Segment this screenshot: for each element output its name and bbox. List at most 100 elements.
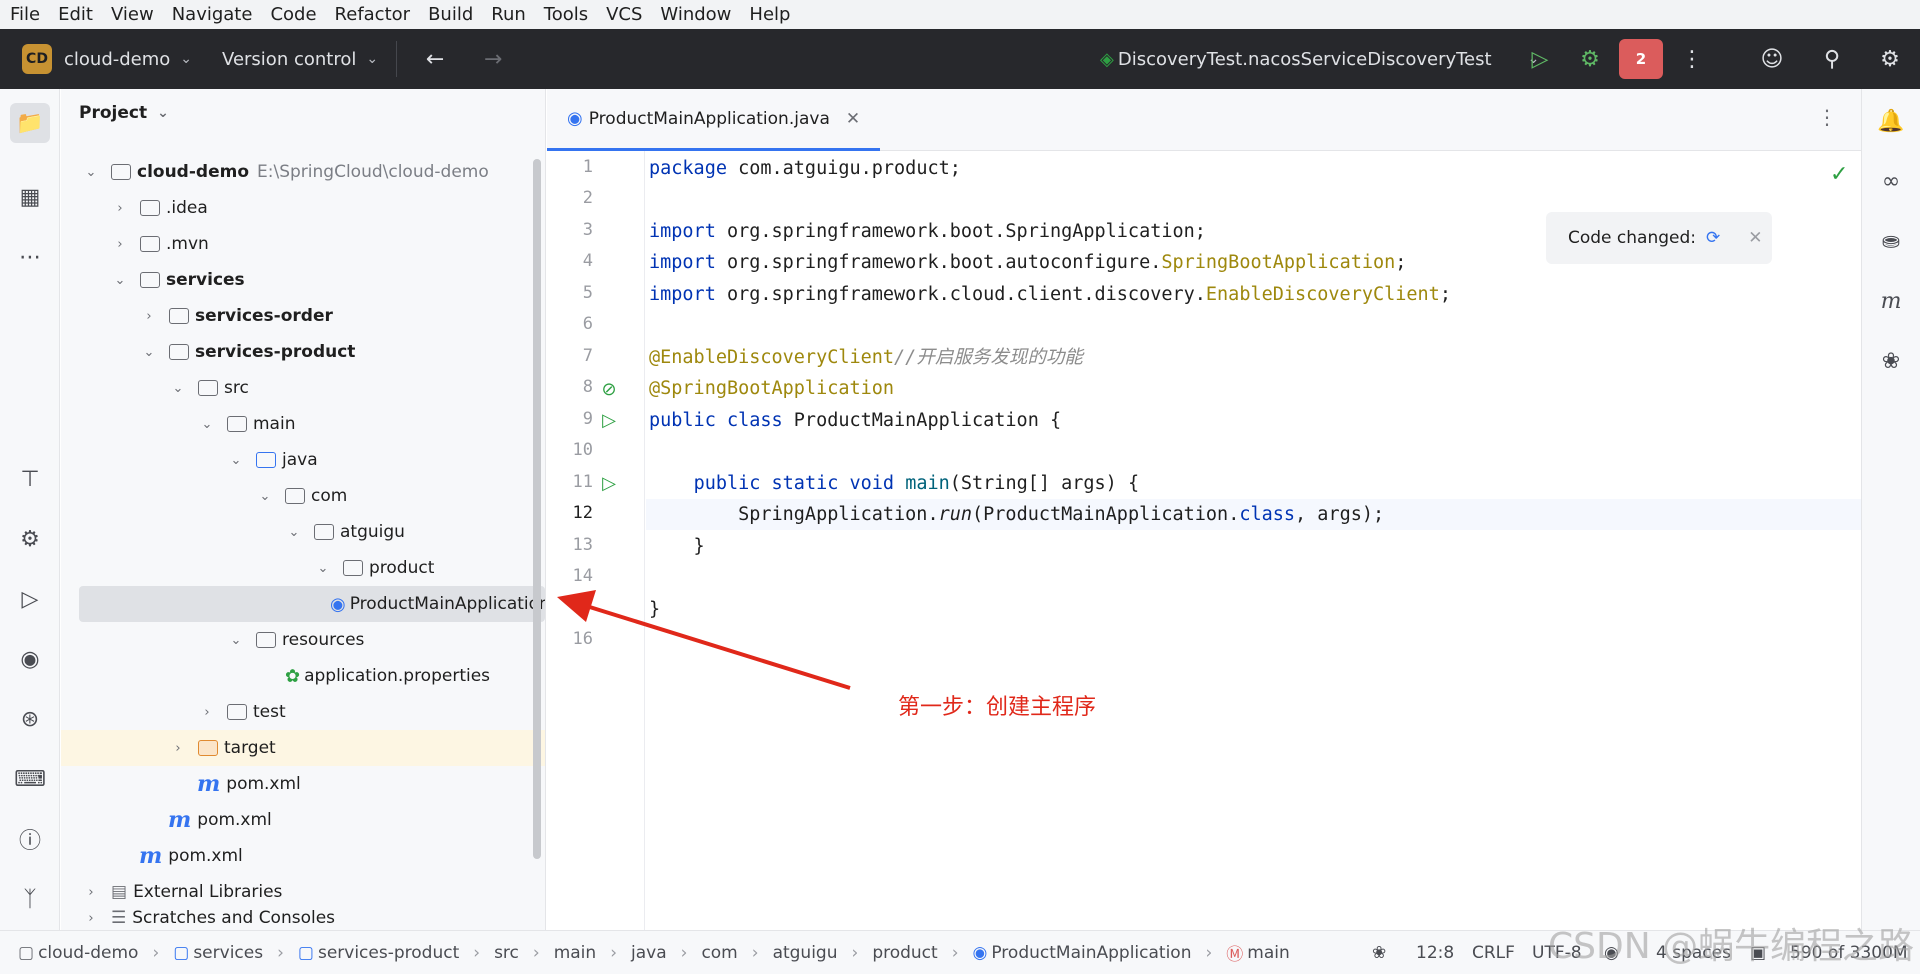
git-graph-icon[interactable]: ⊛ bbox=[14, 703, 46, 735]
notifications-button[interactable]: 2 bbox=[1619, 39, 1663, 79]
tree-node-src[interactable]: ⌄ src bbox=[61, 370, 545, 406]
terminal-icon[interactable]: ⌨ bbox=[14, 763, 46, 795]
breadcrumb-item[interactable]: services bbox=[193, 943, 263, 963]
chevron-down-icon[interactable]: ⌄ bbox=[170, 381, 186, 396]
tree-node-main[interactable]: ⌄ main bbox=[61, 406, 545, 442]
tree-node-com[interactable]: ⌄ com bbox=[61, 478, 545, 514]
notifications-bell-icon[interactable]: 🔔 bbox=[1875, 105, 1907, 137]
chevron-right-icon[interactable]: › bbox=[112, 201, 128, 216]
tree-node-pom-product[interactable]: m pom.xml bbox=[61, 766, 545, 802]
database-icon[interactable]: ⛂ bbox=[1875, 225, 1907, 257]
line-separator[interactable]: CRLF bbox=[1472, 943, 1515, 963]
back-arrow-icon[interactable]: ← bbox=[415, 39, 455, 79]
close-icon[interactable]: ✕ bbox=[846, 109, 860, 129]
chevron-down-icon[interactable]: ⌄ bbox=[199, 417, 215, 432]
tree-node-pom-services[interactable]: m pom.xml bbox=[61, 802, 545, 838]
tab-options-icon[interactable]: ⋮ bbox=[1817, 105, 1837, 129]
breadcrumb-item[interactable]: product bbox=[872, 943, 937, 963]
build-hammer-icon[interactable]: ⊤ bbox=[14, 463, 46, 495]
maven-icon[interactable]: m bbox=[1875, 285, 1907, 317]
tree-node-services-order[interactable]: › services-order bbox=[61, 298, 545, 334]
menu-run[interactable]: Run bbox=[491, 4, 526, 25]
chevron-down-icon[interactable]: ⌄ bbox=[83, 165, 99, 180]
tree-node-atguigu[interactable]: ⌄ atguigu bbox=[61, 514, 545, 550]
tab-product-main-application[interactable]: ◉ ProductMainApplication.java ✕ bbox=[547, 89, 881, 151]
run-config-selector[interactable]: ◈ DiscoveryTest.nacosServiceDiscoveryTes… bbox=[1100, 29, 1539, 89]
run-gutter-icon[interactable]: ▷ bbox=[597, 408, 621, 432]
breadcrumb-item[interactable]: src bbox=[494, 943, 519, 963]
menu-code[interactable]: Code bbox=[270, 4, 316, 25]
tree-node-scratches[interactable]: › ☰ Scratches and Consoles bbox=[61, 907, 545, 929]
run-play-icon[interactable]: ▷ bbox=[14, 583, 46, 615]
chevron-right-icon[interactable]: › bbox=[112, 237, 128, 252]
breadcrumb-item[interactable]: ProductMainApplication bbox=[991, 943, 1191, 963]
menu-refactor[interactable]: Refactor bbox=[335, 4, 411, 25]
tree-node-product-main-application[interactable]: ◉ ProductMainApplication bbox=[79, 586, 545, 622]
add-user-icon[interactable]: ☺ bbox=[1752, 39, 1792, 79]
tree-node-product[interactable]: ⌄ product bbox=[61, 550, 545, 586]
run-icon[interactable]: ▷ bbox=[1520, 39, 1560, 79]
tree-node-pom-root[interactable]: m pom.xml bbox=[61, 838, 545, 874]
chevron-down-icon[interactable]: ⌄ bbox=[257, 489, 273, 504]
chatgpt-icon[interactable]: ❀ bbox=[1875, 345, 1907, 377]
ai-assistant-icon[interactable]: ∞ bbox=[1875, 165, 1907, 197]
version-control-menu[interactable]: Version control ⌄ bbox=[222, 29, 378, 89]
tree-node-idea[interactable]: › .idea bbox=[61, 190, 545, 226]
menu-edit[interactable]: Edit bbox=[58, 4, 93, 25]
tree-node-java[interactable]: ⌄ java bbox=[61, 442, 545, 478]
spring-bean-icon[interactable]: ⊘ bbox=[597, 377, 621, 401]
menu-window[interactable]: Window bbox=[660, 4, 731, 25]
more-actions-icon[interactable]: ⋮ bbox=[1672, 39, 1712, 79]
project-panel-header[interactable]: Project ⌄ bbox=[61, 89, 545, 137]
chevron-down-icon[interactable]: ⌄ bbox=[315, 561, 331, 576]
search-icon[interactable]: ⚲ bbox=[1812, 39, 1852, 79]
chevron-down-icon[interactable]: ⌄ bbox=[112, 273, 128, 288]
breadcrumb-item[interactable]: services-product bbox=[318, 943, 459, 963]
breadcrumb-item[interactable]: atguigu bbox=[773, 943, 838, 963]
tree-node-test[interactable]: › test bbox=[61, 694, 545, 730]
chevron-down-icon[interactable]: ⌄ bbox=[286, 525, 302, 540]
breadcrumb-item[interactable]: com bbox=[701, 943, 737, 963]
tree-node-application-properties[interactable]: ✿ application.properties bbox=[61, 658, 545, 694]
git-branch-icon[interactable]: ᛉ bbox=[14, 883, 46, 915]
menu-file[interactable]: File bbox=[10, 4, 40, 25]
menu-tools[interactable]: Tools bbox=[544, 4, 588, 25]
problems-icon[interactable]: ⓘ bbox=[14, 823, 46, 855]
menu-navigate[interactable]: Navigate bbox=[172, 4, 253, 25]
tree-node-services-product[interactable]: ⌄ services-product bbox=[61, 334, 545, 370]
tree-node-target[interactable]: › target bbox=[61, 730, 545, 766]
tree-node-services[interactable]: ⌄ services bbox=[61, 262, 545, 298]
tree-node-external-libraries[interactable]: › ▤ External Libraries bbox=[61, 874, 545, 910]
menu-help[interactable]: Help bbox=[749, 4, 790, 25]
chevron-right-icon[interactable]: › bbox=[83, 911, 99, 926]
breadcrumb-item[interactable]: java bbox=[631, 943, 667, 963]
chevron-right-icon[interactable]: › bbox=[141, 309, 157, 324]
menu-view[interactable]: View bbox=[111, 4, 154, 25]
debug-icon[interactable]: ⚙ bbox=[1570, 39, 1610, 79]
debug-bug-icon[interactable]: ⚙ bbox=[14, 523, 46, 555]
breadcrumb-item[interactable]: main bbox=[1247, 943, 1289, 963]
cursor-position[interactable]: 12:8 bbox=[1416, 943, 1454, 963]
tree-node-mvn[interactable]: › .mvn bbox=[61, 226, 545, 262]
menu-vcs[interactable]: VCS bbox=[606, 4, 642, 25]
project-panel-scrollbar[interactable] bbox=[533, 159, 541, 859]
inspection-ok-icon[interactable]: ✓ bbox=[1830, 162, 1848, 187]
tree-node-cloud-demo[interactable]: ⌄ cloud-demo E:\SpringCloud\cloud-demo bbox=[61, 154, 545, 190]
services-icon[interactable]: ◉ bbox=[14, 643, 46, 675]
code-editor[interactable]: package com.atguigu.product; import org.… bbox=[646, 151, 1861, 930]
chevron-right-icon[interactable]: › bbox=[170, 741, 186, 756]
chevron-down-icon[interactable]: ⌄ bbox=[228, 633, 244, 648]
reload-icon[interactable]: ⟳ bbox=[1706, 228, 1720, 248]
settings-gear-icon[interactable]: ⚙ bbox=[1870, 39, 1910, 79]
chevron-right-icon[interactable]: › bbox=[199, 705, 215, 720]
close-icon[interactable]: ✕ bbox=[1748, 228, 1762, 248]
chevron-down-icon[interactable]: ⌄ bbox=[228, 453, 244, 468]
run-gutter-icon[interactable]: ▷ bbox=[597, 471, 621, 495]
breadcrumb-item[interactable]: cloud-demo bbox=[38, 943, 138, 963]
forward-arrow-icon[interactable]: → bbox=[473, 39, 513, 79]
chevron-right-icon[interactable]: › bbox=[83, 885, 99, 900]
menu-build[interactable]: Build bbox=[428, 4, 473, 25]
chevron-down-icon[interactable]: ⌄ bbox=[141, 345, 157, 360]
breadcrumb-item[interactable]: main bbox=[554, 943, 596, 963]
project-switcher[interactable]: CD cloud-demo ⌄ bbox=[0, 29, 192, 89]
